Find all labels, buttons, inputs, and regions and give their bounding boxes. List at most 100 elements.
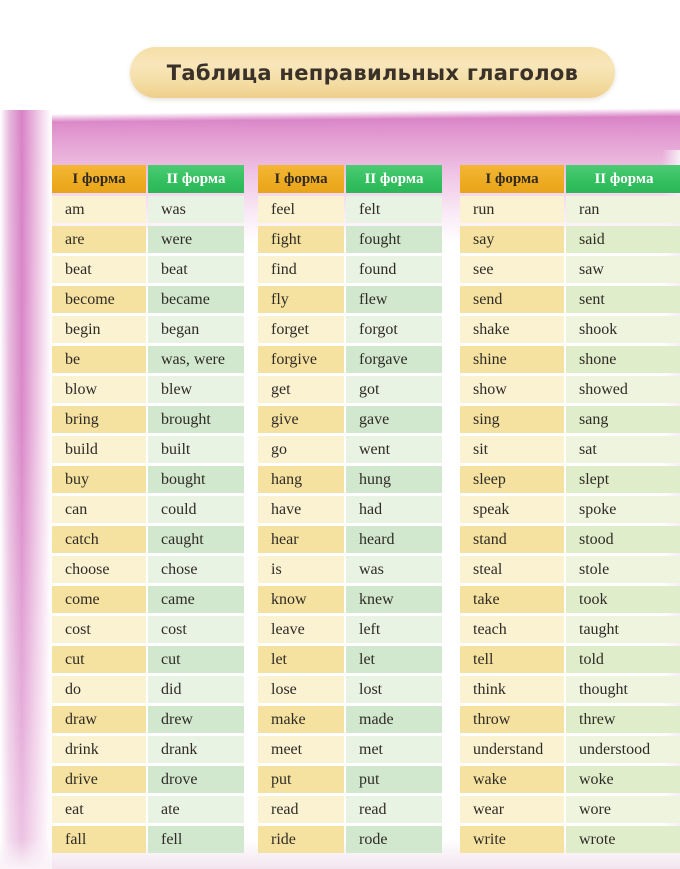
verb-cell: let — [346, 646, 442, 673]
verb-cell: read — [258, 796, 344, 823]
verb-cell: teach — [460, 616, 564, 643]
verb-cell: had — [346, 496, 442, 523]
verb-column-form2-3: II форма ran said saw sent shook shone showed s… — [566, 165, 680, 853]
column-header-form2: II форма — [148, 165, 244, 193]
verb-cell: was — [148, 196, 244, 223]
verb-cell: found — [346, 256, 442, 283]
verb-cell: stood — [566, 526, 680, 553]
verb-cell: is — [258, 556, 344, 583]
verb-cell: buy — [52, 466, 146, 493]
verb-cell: sit — [460, 436, 564, 463]
verb-cell: woke — [566, 766, 680, 793]
verb-table-area: I форма am are beat become begin be blow bring b… — [0, 0, 680, 869]
verb-cell: find — [258, 256, 344, 283]
verb-cell: did — [148, 676, 244, 703]
verb-cell: took — [566, 586, 680, 613]
verb-cell: bring — [52, 406, 146, 433]
verb-cell: shake — [460, 316, 564, 343]
verb-cell: flew — [346, 286, 442, 313]
verb-cell: put — [346, 766, 442, 793]
verb-column-form2-2: II форма felt fought found flew forgot forgav… — [346, 165, 442, 853]
verb-cell: drew — [148, 706, 244, 733]
verb-cell: threw — [566, 706, 680, 733]
verb-cell: hear — [258, 526, 344, 553]
verb-cell: fall — [52, 826, 146, 853]
verb-cell: were — [148, 226, 244, 253]
verb-column-form1-2: I форма feel fight find fly forget forgive get… — [258, 165, 344, 853]
verb-cell: forget — [258, 316, 344, 343]
verb-cell: cost — [52, 616, 146, 643]
verb-table-group-1: I форма am are beat become begin be blow bring b… — [52, 165, 244, 853]
verb-cell: saw — [566, 256, 680, 283]
verb-cell: fly — [258, 286, 344, 313]
verb-cell: wear — [460, 796, 564, 823]
verb-cell: cut — [52, 646, 146, 673]
verb-column-form1-3: I форма run say see send shake shine show sing s… — [460, 165, 564, 853]
verb-cell: speak — [460, 496, 564, 523]
verb-cell: run — [460, 196, 564, 223]
verb-cell: cost — [148, 616, 244, 643]
verb-cell: was, were — [148, 346, 244, 373]
verb-cell: forgive — [258, 346, 344, 373]
page-title-banner: Таблица неправильных глаголов — [130, 47, 615, 98]
verb-cell: draw — [52, 706, 146, 733]
verb-cell: caught — [148, 526, 244, 553]
verb-cell: cut — [148, 646, 244, 673]
verb-cell: drove — [148, 766, 244, 793]
verb-cell: became — [148, 286, 244, 313]
verb-cell: show — [460, 376, 564, 403]
verb-cell: fight — [258, 226, 344, 253]
verb-cell: hung — [346, 466, 442, 493]
verb-cell: wore — [566, 796, 680, 823]
verb-cell: leave — [258, 616, 344, 643]
verb-cell: shook — [566, 316, 680, 343]
verb-cell: blew — [148, 376, 244, 403]
verb-cell: are — [52, 226, 146, 253]
verb-cell: ate — [148, 796, 244, 823]
verb-cell: brought — [148, 406, 244, 433]
verb-cell: stand — [460, 526, 564, 553]
verb-cell: spoke — [566, 496, 680, 523]
verb-cell: slept — [566, 466, 680, 493]
verb-cell: sent — [566, 286, 680, 313]
verb-cell: shine — [460, 346, 564, 373]
verb-cell: know — [258, 586, 344, 613]
verb-cell: tell — [460, 646, 564, 673]
verb-cell: beat — [148, 256, 244, 283]
page-title: Таблица неправильных глаголов — [166, 60, 579, 85]
verb-cell: put — [258, 766, 344, 793]
verb-cell: see — [460, 256, 564, 283]
verb-cell: chose — [148, 556, 244, 583]
verb-cell: throw — [460, 706, 564, 733]
verb-cell: come — [52, 586, 146, 613]
verb-cell: sang — [566, 406, 680, 433]
verb-cell: shone — [566, 346, 680, 373]
verb-cell: drive — [52, 766, 146, 793]
column-header-form1: I форма — [258, 165, 344, 193]
verb-cell: lost — [346, 676, 442, 703]
verb-cell: think — [460, 676, 564, 703]
verb-cell: write — [460, 826, 564, 853]
verb-cell: sat — [566, 436, 680, 463]
verb-cell: ran — [566, 196, 680, 223]
verb-cell: take — [460, 586, 564, 613]
verb-cell: fell — [148, 826, 244, 853]
verb-cell: drank — [148, 736, 244, 763]
verb-cell: can — [52, 496, 146, 523]
verb-cell: sleep — [460, 466, 564, 493]
verb-cell: heard — [346, 526, 442, 553]
verb-cell: hang — [258, 466, 344, 493]
verb-columns-3: I форма run say see send shake shine show sing s… — [460, 165, 680, 853]
verb-cell: showed — [566, 376, 680, 403]
verb-cell: wrote — [566, 826, 680, 853]
verb-cell: made — [346, 706, 442, 733]
verb-cell: drink — [52, 736, 146, 763]
verb-cell: send — [460, 286, 564, 313]
verb-cell: came — [148, 586, 244, 613]
verb-cell: beat — [52, 256, 146, 283]
verb-cell: thought — [566, 676, 680, 703]
verb-cell: was — [346, 556, 442, 583]
verb-cell: met — [346, 736, 442, 763]
verb-cell: eat — [52, 796, 146, 823]
verb-cell: understood — [566, 736, 680, 763]
